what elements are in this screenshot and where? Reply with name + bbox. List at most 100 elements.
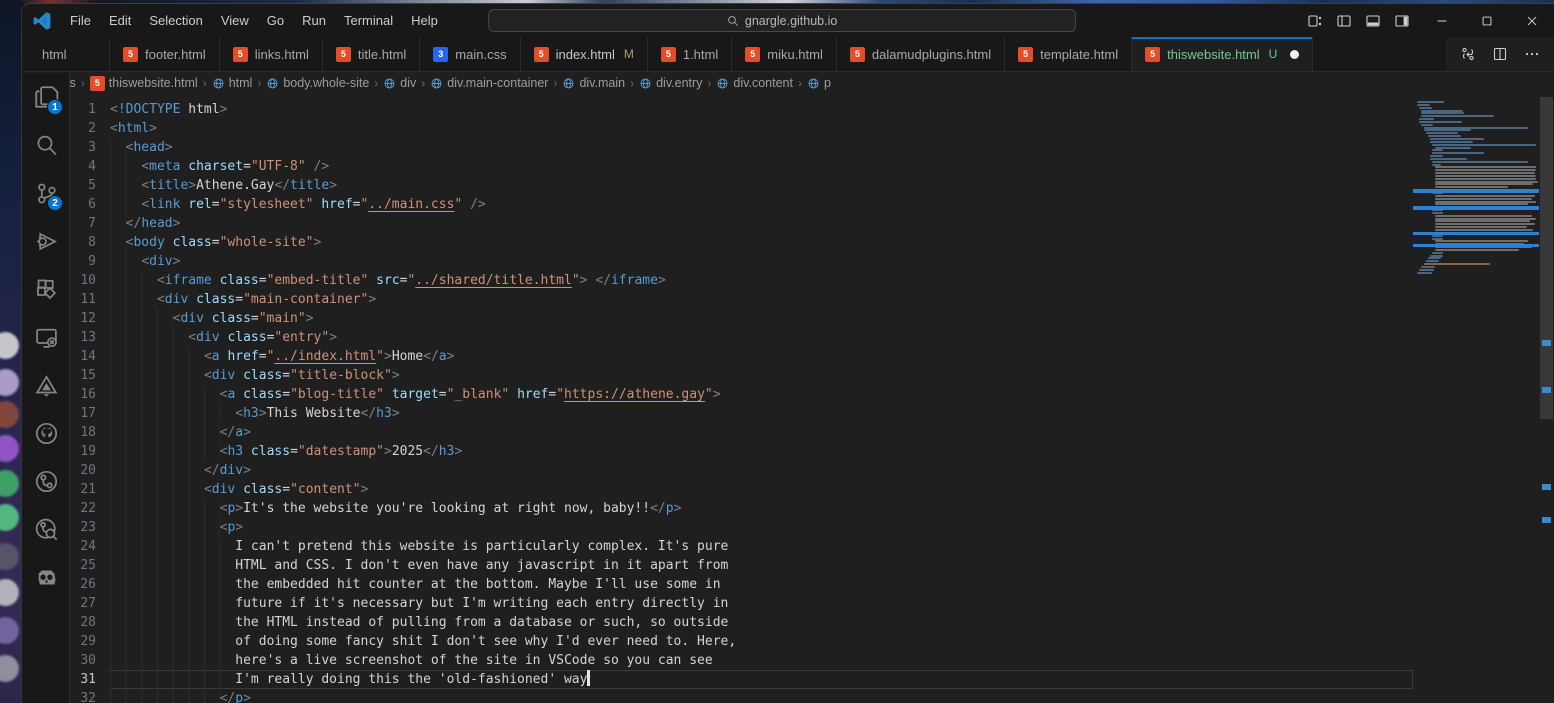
extensions-icon[interactable]	[22, 265, 70, 313]
code-line-26[interactable]: 26the embedded hit counter at the bottom…	[70, 575, 1413, 594]
tab-main.css[interactable]: 3main.css	[420, 37, 520, 71]
maximize-button[interactable]	[1464, 4, 1509, 37]
code-line-6[interactable]: 6<link rel="stylesheet" href="../main.cs…	[70, 195, 1413, 214]
split-editor-icon[interactable]	[1492, 46, 1508, 62]
line-number[interactable]: 14	[70, 347, 110, 366]
tab-index.html[interactable]: 5index.htmlM	[521, 37, 648, 71]
code-line-14[interactable]: 14<a href="../index.html">Home</a>	[70, 347, 1413, 366]
menu-help[interactable]: Help	[402, 9, 447, 32]
line-number[interactable]: 22	[70, 499, 110, 518]
line-number[interactable]: 16	[70, 385, 110, 404]
breadcrumb-p[interactable]: p	[807, 76, 831, 90]
code-line-15[interactable]: 15<div class="title-block">	[70, 366, 1413, 385]
code-line-1[interactable]: 1<!DOCTYPE html>	[70, 100, 1413, 119]
menu-go[interactable]: Go	[258, 9, 293, 32]
customize-layout-icon[interactable]	[1306, 12, 1324, 30]
open-changes-icon[interactable]	[1460, 46, 1476, 62]
breadcrumb-div.main[interactable]: div.main	[562, 76, 625, 90]
tab-miku.html[interactable]: 5miku.html	[732, 37, 837, 71]
line-number[interactable]: 18	[70, 423, 110, 442]
tab-title.html[interactable]: 5title.html	[323, 37, 420, 71]
toggle-primary-sidebar-icon[interactable]	[1335, 12, 1353, 30]
code-line-19[interactable]: 19<h3 class="datestamp">2025</h3>	[70, 442, 1413, 461]
breadcrumb-div.main-container[interactable]: div.main-container	[430, 76, 548, 90]
code-line-17[interactable]: 17<h3>This Website</h3>	[70, 404, 1413, 423]
code-line-11[interactable]: 11<div class="main-container">	[70, 290, 1413, 309]
tab-footer.html[interactable]: 5footer.html	[110, 37, 220, 71]
tab-1.html[interactable]: 51.html	[648, 37, 732, 71]
tab-links.html[interactable]: 5links.html	[220, 37, 323, 71]
scrollbar-slider[interactable]	[1540, 97, 1553, 419]
gitlens-search-icon[interactable]	[22, 505, 70, 553]
line-number[interactable]: 21	[70, 480, 110, 499]
line-number[interactable]: 31	[70, 670, 110, 689]
line-number[interactable]: 28	[70, 613, 110, 632]
tab-html[interactable]: html	[22, 37, 110, 71]
code-line-18[interactable]: 18</a>	[70, 423, 1413, 442]
line-number[interactable]: 2	[70, 119, 110, 138]
breadcrumb-thiswebsite.html[interactable]: 5thiswebsite.html	[90, 76, 198, 91]
code-line-24[interactable]: 24I can't pretend this website is partic…	[70, 537, 1413, 556]
tab-thiswebsite.html[interactable]: 5thiswebsite.htmlU	[1132, 37, 1313, 71]
line-number[interactable]: 4	[70, 157, 110, 176]
explorer-icon[interactable]: 1	[22, 73, 70, 121]
line-number[interactable]: 24	[70, 537, 110, 556]
line-number[interactable]: 11	[70, 290, 110, 309]
line-number[interactable]: 5	[70, 176, 110, 195]
code-line-13[interactable]: 13<div class="entry">	[70, 328, 1413, 347]
line-number[interactable]: 7	[70, 214, 110, 233]
line-number[interactable]: 13	[70, 328, 110, 347]
toggle-secondary-sidebar-icon[interactable]	[1393, 12, 1411, 30]
code-line-10[interactable]: 10<iframe class="embed-title" src="../sh…	[70, 271, 1413, 290]
line-number[interactable]: 6	[70, 195, 110, 214]
line-number[interactable]: 27	[70, 594, 110, 613]
code-line-21[interactable]: 21<div class="content">	[70, 480, 1413, 499]
code-line-9[interactable]: 9<div>	[70, 252, 1413, 271]
line-number[interactable]: 12	[70, 309, 110, 328]
code-line-4[interactable]: 4<meta charset="UTF-8" />	[70, 157, 1413, 176]
line-number[interactable]: 8	[70, 233, 110, 252]
line-number[interactable]: 32	[70, 689, 110, 703]
menu-file[interactable]: File	[61, 9, 100, 32]
menu-run[interactable]: Run	[293, 9, 335, 32]
breadcrumb-html[interactable]: html	[212, 76, 253, 90]
close-button[interactable]	[1509, 4, 1554, 37]
toggle-panel-icon[interactable]	[1364, 12, 1382, 30]
breadcrumb-body.whole-site[interactable]: body.whole-site	[266, 76, 369, 90]
line-number[interactable]: 26	[70, 575, 110, 594]
menu-terminal[interactable]: Terminal	[335, 9, 402, 32]
tab-dalamudplugins.html[interactable]: 5dalamudplugins.html	[837, 37, 1005, 71]
menu-selection[interactable]: Selection	[140, 9, 211, 32]
breadcrumb-div.content[interactable]: div.content	[716, 76, 793, 90]
run-debug-icon[interactable]	[22, 217, 70, 265]
tab-template.html[interactable]: 5template.html	[1005, 37, 1132, 71]
command-center-search[interactable]: gnargle.github.io	[488, 9, 1076, 32]
code-line-23[interactable]: 23<p>	[70, 518, 1413, 537]
triangle-a-extension-icon[interactable]	[22, 361, 70, 409]
line-number[interactable]: 3	[70, 138, 110, 157]
line-number[interactable]: 19	[70, 442, 110, 461]
menu-view[interactable]: View	[212, 9, 258, 32]
line-number[interactable]: 10	[70, 271, 110, 290]
line-number[interactable]: 15	[70, 366, 110, 385]
breadcrumb-div.entry[interactable]: div.entry	[639, 76, 702, 90]
code-line-29[interactable]: 29of doing some fancy shit I don't see w…	[70, 632, 1413, 651]
minimize-button[interactable]	[1419, 4, 1464, 37]
remote-explorer-icon[interactable]	[22, 313, 70, 361]
code-line-32[interactable]: 32</p>	[70, 689, 1413, 703]
code-line-12[interactable]: 12<div class="main">	[70, 309, 1413, 328]
editor[interactable]: 1<!DOCTYPE html>2<html>3<head>4<meta cha…	[70, 97, 1554, 703]
line-number[interactable]: 29	[70, 632, 110, 651]
menu-edit[interactable]: Edit	[100, 9, 140, 32]
code-line-27[interactable]: 27future if it's necessary but I'm writi…	[70, 594, 1413, 613]
commit-graph-icon[interactable]	[22, 457, 70, 505]
line-number[interactable]: 9	[70, 252, 110, 271]
dirty-indicator-dot[interactable]	[1290, 50, 1299, 59]
line-number[interactable]: 20	[70, 461, 110, 480]
line-number[interactable]: 23	[70, 518, 110, 537]
code-line-22[interactable]: 22<p>It's the website you're looking at …	[70, 499, 1413, 518]
code-line-30[interactable]: 30here's a live screenshot of the site i…	[70, 651, 1413, 670]
line-number[interactable]: 25	[70, 556, 110, 575]
code-line-16[interactable]: 16<a class="blog-title" target="_blank" …	[70, 385, 1413, 404]
line-number[interactable]: 1	[70, 100, 110, 119]
